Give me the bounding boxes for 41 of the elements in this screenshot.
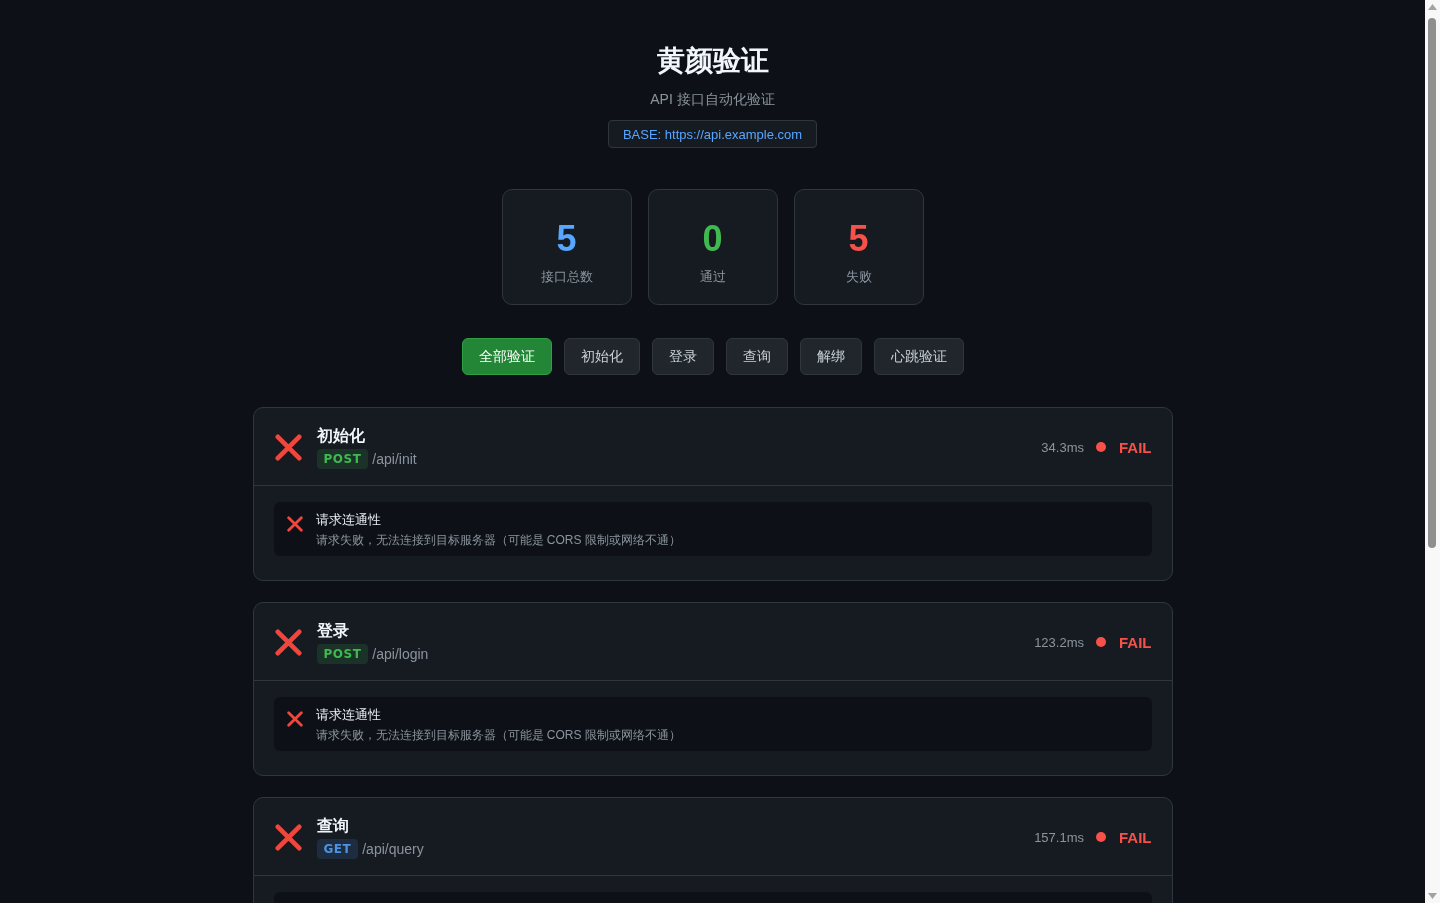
stat-value: 5 xyxy=(848,217,869,261)
method-tag: POST xyxy=(316,644,369,664)
base-url-chip: BASE: https://api.example.com xyxy=(607,120,818,148)
endpoint-name: 初始化 xyxy=(316,426,365,446)
status-dot-icon xyxy=(1096,832,1106,842)
filter-tab[interactable]: 查询 xyxy=(725,338,788,375)
filter-tab[interactable]: 全部验证 xyxy=(461,338,552,375)
response-time: 34.3ms xyxy=(1041,439,1084,455)
stat-value: 0 xyxy=(702,217,723,261)
check-title: 请求连通性 xyxy=(315,511,381,529)
page-subtitle: API 接口自动化验证 xyxy=(650,90,775,109)
response-time: 123.2ms xyxy=(1034,634,1084,650)
stat-label: 接口总数 xyxy=(540,268,593,286)
endpoint-name: 查询 xyxy=(316,816,349,836)
check-message: 请求失败，无法连接到目标服务器（可能是 CORS 限制或网络不通） xyxy=(315,727,681,744)
result-status: FAIL xyxy=(1119,633,1152,651)
result-status: FAIL xyxy=(1119,828,1152,846)
endpoint-path: /api/query xyxy=(362,841,424,857)
scroll-up-icon[interactable] xyxy=(1428,4,1437,10)
status-dot-icon xyxy=(1096,637,1106,647)
scrollbar-thumb[interactable] xyxy=(1428,18,1436,548)
method-tag: POST xyxy=(316,449,369,469)
page-title: 黄颜验证 xyxy=(656,44,769,78)
filter-tab[interactable]: 初始化 xyxy=(563,338,640,375)
stat-value: 5 xyxy=(556,217,577,261)
response-time: 157.1ms xyxy=(1034,829,1084,845)
scroll-down-icon[interactable] xyxy=(1428,893,1437,899)
filter-tab[interactable]: 解绑 xyxy=(799,338,862,375)
result-status: FAIL xyxy=(1119,438,1152,456)
scrollbar[interactable] xyxy=(1425,0,1440,903)
filter-tab[interactable]: 心跳验证 xyxy=(873,338,964,375)
status-dot-icon xyxy=(1096,442,1106,452)
check-message: 请求失败，无法连接到目标服务器（可能是 CORS 限制或网络不通） xyxy=(315,532,681,549)
stat-label: 通过 xyxy=(699,268,726,286)
check-title: 请求连通性 xyxy=(315,706,381,724)
endpoint-path: /api/login xyxy=(372,646,429,662)
endpoint-name: 登录 xyxy=(316,621,349,641)
filter-tab[interactable]: 登录 xyxy=(651,338,714,375)
method-tag: GET xyxy=(316,839,359,859)
endpoint-path: /api/init xyxy=(372,451,417,467)
stat-label: 失败 xyxy=(845,268,872,286)
